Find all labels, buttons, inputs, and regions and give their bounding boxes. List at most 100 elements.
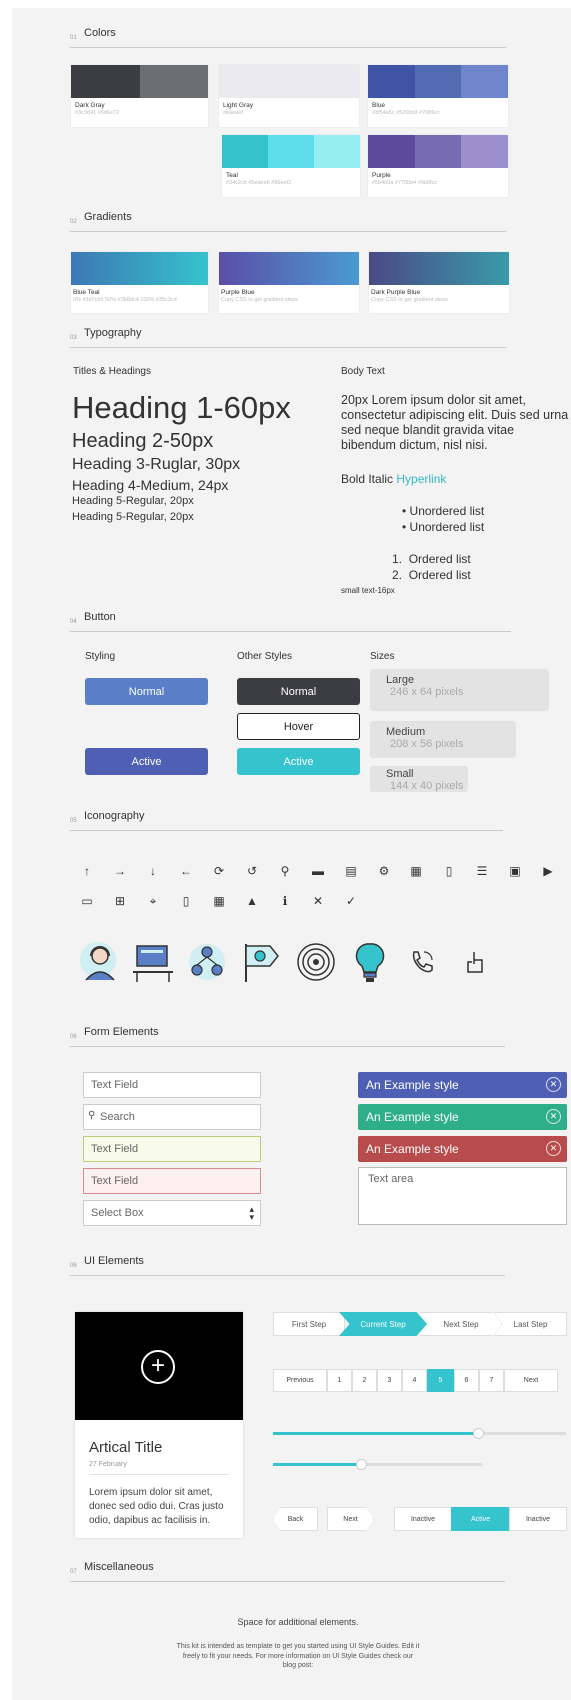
active-button[interactable]: Active <box>85 748 208 775</box>
other-styles-label: Other Styles <box>237 651 293 662</box>
add-circle-icon[interactable]: + <box>141 1350 175 1384</box>
iconography-title: Iconography <box>84 810 145 822</box>
misc-note: This kit is intended as template to get … <box>176 1643 420 1669</box>
heading-3-sample: Heading 3-Ruglar, 30px <box>72 456 241 473</box>
laptop-icon: ▭ <box>81 894 93 908</box>
arrow-left-circle-icon: ← <box>180 864 192 878</box>
maze-target-icon <box>294 940 338 984</box>
bold-italic-line: Bold Italic Hyperlink <box>341 472 447 486</box>
button-title: Button <box>84 611 116 623</box>
pagination-page[interactable]: 2 <box>352 1369 377 1392</box>
select-arrows-icon: ▴ ▾ <box>249 1204 254 1222</box>
list-item: 1. Ordered list <box>392 552 471 566</box>
text-field[interactable]: Text Field <box>83 1072 261 1098</box>
heading-5-sample: Heading 5-Regular, 20px <box>72 495 194 507</box>
arrow-right-circle-icon: → <box>114 864 126 878</box>
misc-space-text: Space for additional elements. <box>237 1617 359 1627</box>
alert-green: An Example style ✕ <box>358 1104 567 1130</box>
medium-button-sample[interactable]: Medium 208 x 56 pixels <box>370 721 516 758</box>
back-button[interactable]: Back <box>273 1507 318 1531</box>
misc-title: Miscellaneous <box>84 1561 154 1573</box>
card-divider <box>89 1474 229 1475</box>
pagination-previous[interactable]: Previous <box>273 1369 327 1392</box>
swatch-purple: Purple #5b4b9a #776bb4 #9b8fcc <box>368 135 509 197</box>
hover-button[interactable]: Hover <box>237 713 360 740</box>
pagination-next[interactable]: Next <box>504 1369 558 1392</box>
teal-active-button[interactable]: Active <box>237 748 360 775</box>
swatch-blue: Blue #3f54a5c #526bb3 #7086cc <box>368 65 509 127</box>
slider-1-track[interactable] <box>273 1428 566 1439</box>
card-body: Lorem ipsum dolor sit amet, donec sed od… <box>89 1487 224 1526</box>
heading-4-sample: Heading 4-Medium, 24px <box>72 477 229 493</box>
video-icon: ▶ <box>543 864 553 878</box>
close-icon[interactable]: ✕ <box>546 1077 561 1092</box>
text-field-error[interactable]: Text Field <box>83 1168 261 1194</box>
search-icon: ⚲ <box>88 1110 96 1121</box>
card-date: 27 February <box>89 1461 127 1468</box>
swatch-light-gray: Light Gray #eaeaef <box>219 65 359 127</box>
unordered-list: • Unordered list • Unordered list <box>402 503 484 535</box>
body-text-label: Body Text <box>341 366 385 377</box>
toggle-inactive-left[interactable]: Inactive <box>394 1507 452 1531</box>
pagination-page[interactable]: 7 <box>479 1369 504 1392</box>
body-text-sample: 20px Lorem ipsum dolor sit amet, consect… <box>341 393 569 452</box>
alert-blue: An Example style ✕ <box>358 1072 567 1098</box>
workstation-icon <box>131 940 175 984</box>
colors-header: 01 Colors <box>70 8 506 48</box>
button-header: 04 Button <box>70 592 511 632</box>
search-input[interactable]: ⚲ Search <box>83 1104 261 1130</box>
typography-header: 03 Typography <box>70 308 506 348</box>
step-first[interactable]: First Step <box>273 1312 345 1336</box>
close-icon[interactable]: ✕ <box>546 1141 561 1156</box>
dark-normal-button[interactable]: Normal <box>237 678 360 705</box>
grid-icon: ▦ <box>213 894 225 908</box>
large-button-sample[interactable]: Large 246 x 64 pixels <box>370 669 549 711</box>
gradients-header: 02 Gradients <box>70 192 506 232</box>
slider-2-fill <box>273 1463 361 1466</box>
pagination-page[interactable]: 1 <box>327 1369 352 1392</box>
card-title: Artical Title <box>89 1439 163 1456</box>
toggle-active[interactable]: Active <box>451 1507 510 1531</box>
heading-2-sample: Heading 2-50px <box>72 430 214 452</box>
pagination-page[interactable]: 5 <box>427 1369 454 1392</box>
pagination-page[interactable]: 6 <box>454 1369 479 1392</box>
list-item: • Unordered list <box>402 520 485 534</box>
normal-button[interactable]: Normal <box>85 678 208 705</box>
gradient-dark-purple-blue: Dark Purple Blue Copy CSS to get gradien… <box>369 252 509 313</box>
text-field-valid[interactable]: Text Field <box>83 1136 261 1162</box>
close-icon[interactable]: ✕ <box>546 1109 561 1124</box>
sizes-label: Sizes <box>370 651 395 662</box>
step-current[interactable]: Current Step <box>339 1312 427 1336</box>
search-icon: ⚲ <box>280 864 290 878</box>
heading-5-sample: Heading 5-Regular, 20px <box>72 511 194 523</box>
form-elements-title: Form Elements <box>84 1026 159 1038</box>
mobile-icon: ▯ <box>182 894 190 908</box>
select-box[interactable]: Select Box ▴ ▾ <box>83 1200 261 1226</box>
alert-red: An Example style ✕ <box>358 1136 567 1162</box>
slider-2-thumb[interactable] <box>355 1459 367 1470</box>
image-icon: ▣ <box>509 864 521 878</box>
titles-label: Titles & Headings <box>73 366 151 377</box>
next-button[interactable]: Next <box>327 1507 374 1531</box>
slider-1-fill <box>273 1432 479 1435</box>
hyperlink[interactable]: Hyperlink <box>396 472 446 486</box>
gradient-purple-blue: Purple Blue Copy CSS to get gradient ste… <box>219 252 359 313</box>
flag-check-icon <box>240 940 284 984</box>
toggle-inactive-right[interactable]: Inactive <box>509 1507 567 1531</box>
list-icon: ☰ <box>476 864 488 878</box>
textarea[interactable]: Text area <box>358 1167 567 1225</box>
colors-title: Colors <box>84 27 116 39</box>
pagination-page[interactable]: 3 <box>377 1369 402 1392</box>
step-next[interactable]: Next Step <box>420 1312 502 1336</box>
folder-icon: ▬ <box>312 864 324 878</box>
small-button-sample[interactable]: Small 144 x 40 pixels <box>370 766 468 792</box>
table-icon: ▦ <box>410 864 422 878</box>
document-icon: ▤ <box>345 864 357 878</box>
styling-label: Styling <box>85 651 116 662</box>
swatch-dark-gray: Dark Gray #3c3d41 #6d6e72 <box>71 65 208 127</box>
slider-2-track[interactable] <box>273 1459 482 1470</box>
pagination-page[interactable]: 4 <box>402 1369 427 1392</box>
hand-pointer-icon <box>462 948 490 976</box>
article-card[interactable]: + Artical Title 27 February Lorem ipsum … <box>75 1312 243 1538</box>
step-last[interactable]: Last Step <box>494 1312 567 1336</box>
